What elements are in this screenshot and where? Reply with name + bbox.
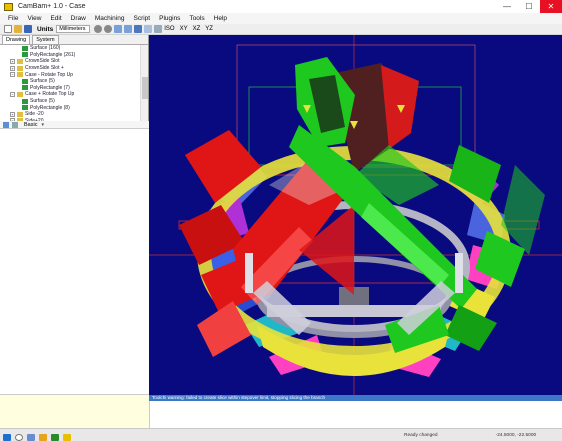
surface-icon <box>22 78 28 84</box>
tree-item-label: Surface (5) <box>30 78 55 85</box>
part-render <box>149 35 562 395</box>
tree-expand-toggle-icon[interactable]: + <box>10 111 15 117</box>
grey-post <box>455 253 463 293</box>
minimize-button[interactable]: — <box>496 0 518 13</box>
cursor-coordinates: -24.5000, -22.5000 <box>495 432 537 438</box>
status-text: Ready changed <box>404 432 438 438</box>
view-mode-2-icon[interactable] <box>124 25 133 33</box>
tree-expand-toggle-icon[interactable]: + <box>10 65 15 71</box>
property-help-box <box>0 394 149 428</box>
tree-expand-toggle-icon[interactable]: + <box>10 58 15 64</box>
tree-item[interactable]: − Case - Rotate Top Up <box>0 71 141 78</box>
tree-item-label: Surface (160) <box>30 45 61 52</box>
units-label: Units <box>37 25 54 33</box>
tree-item-label: Surface (5) <box>30 98 55 105</box>
layer-icon <box>17 58 23 64</box>
start-icon[interactable] <box>3 433 11 441</box>
app-icon[interactable] <box>51 433 59 441</box>
tree-item-label: PolyRectangle (7) <box>30 84 70 91</box>
save-icon[interactable] <box>24 25 32 33</box>
layer-icon <box>17 111 23 117</box>
menu-bar: File View Edit Draw Machining Script Plu… <box>0 13 562 24</box>
panel-tabs: Drawing System <box>0 35 148 45</box>
menu-script[interactable]: Script <box>133 15 150 22</box>
surface-icon <box>22 52 28 58</box>
task-view-icon[interactable] <box>27 433 35 441</box>
tree-item[interactable]: + CrownSide Slot <box>0 58 141 65</box>
menu-machining[interactable]: Machining <box>95 15 125 22</box>
menu-tools[interactable]: Tools <box>189 15 204 22</box>
tree-expand-toggle-icon[interactable]: − <box>10 91 15 97</box>
view-mode-4-icon[interactable] <box>144 25 153 33</box>
new-file-icon[interactable] <box>4 25 12 33</box>
window-controls: — ☐ ✕ <box>496 0 562 13</box>
zoom-fit-icon[interactable] <box>154 25 163 33</box>
taskbar <box>0 433 200 441</box>
tree-item[interactable]: Surface (5) <box>0 78 141 85</box>
view-mode-3-icon[interactable] <box>134 25 143 33</box>
properties-toolbar: Basic ▾ <box>0 121 149 129</box>
open-folder-icon[interactable] <box>14 25 22 33</box>
view-xy-button[interactable]: XY <box>180 26 188 32</box>
layer-icon <box>17 91 23 97</box>
view-xz-button[interactable]: XZ <box>193 26 201 32</box>
close-button[interactable]: ✕ <box>540 0 562 13</box>
cambam-app-icon <box>4 2 13 11</box>
tree-item[interactable]: Surface (5) <box>0 98 141 105</box>
tree-expand-toggle-icon[interactable]: − <box>10 72 15 78</box>
search-icon[interactable] <box>15 433 23 441</box>
tree-item[interactable]: PolyRectangle (7) <box>0 85 141 92</box>
drawing-viewport[interactable] <box>149 35 562 395</box>
surface-icon <box>22 85 28 91</box>
view-mode-icon[interactable] <box>114 25 123 33</box>
menu-draw[interactable]: Draw <box>71 15 86 22</box>
surface-icon <box>22 45 28 51</box>
property-mode-select[interactable]: Basic <box>24 122 37 128</box>
tree-item-label: Side -20 <box>25 111 44 118</box>
menu-plugins[interactable]: Plugins <box>159 15 180 22</box>
tree-item[interactable]: PolyRectangle (8) <box>0 104 141 111</box>
grey-post <box>245 253 253 293</box>
layer-icon <box>17 65 23 71</box>
tree-item-label: PolyRectangle (8) <box>30 104 70 111</box>
menu-help[interactable]: Help <box>214 15 227 22</box>
tree-item[interactable]: − Case + Rotate Top Up <box>0 91 141 98</box>
view-yz-button[interactable]: YZ <box>205 26 213 32</box>
tree-item-label: CrownSide Slot + <box>25 65 64 72</box>
view-iso-button[interactable]: ISO <box>164 26 174 32</box>
chevron-down-icon[interactable]: ▾ <box>41 122 44 128</box>
categorized-icon[interactable] <box>3 121 9 128</box>
property-grid <box>0 129 149 396</box>
tree-item-label: PolyRectangle (261) <box>30 51 76 58</box>
tree-item[interactable]: Surface (160) <box>0 45 141 52</box>
window-title: CamBam+ 1.0 - Case <box>18 3 86 10</box>
green-part <box>449 145 501 203</box>
maximize-button[interactable]: ☐ <box>518 0 540 13</box>
tab-drawing[interactable]: Drawing <box>2 35 31 44</box>
tree-item-label: CrownSide Slot <box>25 58 60 65</box>
tree-item-label: Case + Rotate Top Up <box>25 91 75 98</box>
tree-item[interactable]: + Side -20 <box>0 111 141 118</box>
explorer-icon[interactable] <box>39 433 47 441</box>
tab-system[interactable]: System <box>32 35 59 44</box>
surface-icon <box>22 105 28 111</box>
units-select[interactable]: Millimeters <box>56 25 91 33</box>
undo-icon[interactable] <box>94 25 103 33</box>
surface-icon <box>22 98 28 104</box>
toolbar: Units Millimeters ISO XY XZ YZ <box>0 24 562 35</box>
layer-icon <box>17 72 23 78</box>
menu-view[interactable]: View <box>27 15 41 22</box>
menu-file[interactable]: File <box>8 15 18 22</box>
tree-item[interactable]: + CrownSide Slot + <box>0 65 141 72</box>
tree-scrollbar-thumb[interactable] <box>142 77 148 99</box>
tree-item[interactable]: PolyRectangle (261) <box>0 52 141 59</box>
alphabetical-icon[interactable] <box>12 121 18 128</box>
menu-edit[interactable]: Edit <box>50 15 61 22</box>
title-bar: CamBam+ 1.0 - Case — ☐ ✕ <box>0 0 562 13</box>
tree-item-label: Case - Rotate Top Up <box>25 71 73 78</box>
cambam-taskbar-icon[interactable] <box>63 433 71 441</box>
redo-icon[interactable] <box>104 25 113 33</box>
message-log <box>149 401 562 428</box>
